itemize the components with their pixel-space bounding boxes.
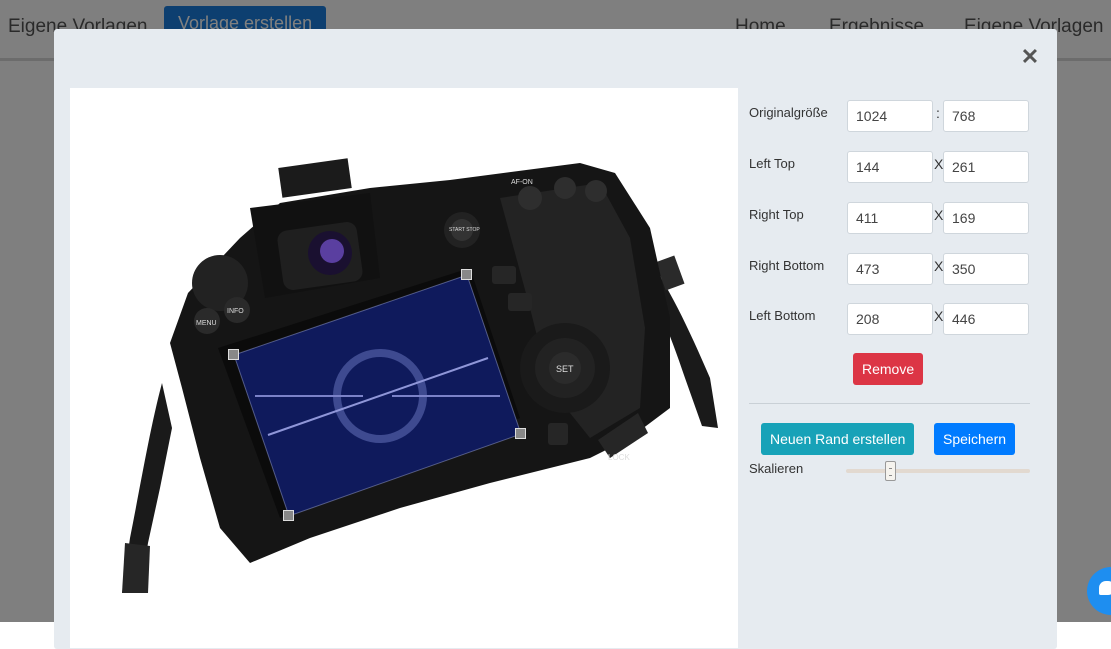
camera-label-info: INFO [227,308,244,315]
original-width-input[interactable] [847,100,933,132]
right-top-separator: X [934,207,944,223]
left-bottom-y-input[interactable] [943,303,1029,335]
left-bottom-x-input[interactable] [847,303,933,335]
right-top-x-input[interactable] [847,202,933,234]
corner-handle-left-top[interactable] [228,349,239,360]
close-icon[interactable]: ✕ [1018,45,1042,69]
left-bottom-separator: X [934,308,944,324]
corner-handle-left-bottom[interactable] [283,510,294,521]
left-top-separator: X [934,156,944,172]
scale-slider-thumb[interactable] [884,461,896,481]
camera-label-af-on: AF-ON [511,179,533,186]
left-top-label: Left Top [749,156,796,171]
corner-handle-right-top[interactable] [461,269,472,280]
original-height-input[interactable] [943,100,1029,132]
left-bottom-label: Left Bottom [749,308,816,323]
panel-divider [749,403,1030,404]
camera-label-lock: LOCK [608,453,630,462]
right-bottom-separator: X [934,258,944,274]
left-top-y-input[interactable] [943,151,1029,183]
chat-icon [1099,581,1111,595]
remove-button[interactable]: Remove [853,353,924,385]
scale-label: Skalieren [749,461,804,476]
left-top-x-input[interactable] [847,151,933,183]
right-bottom-x-input[interactable] [847,253,933,285]
camera-label-set: SET [556,364,574,374]
right-bottom-label: Right Bottom [749,258,825,273]
original-size-separator: : [936,105,940,121]
scale-slider-track[interactable] [846,469,1030,473]
camera-image: MENU INFO AF-ON START STOP SET LOCK [122,158,718,593]
right-top-y-input[interactable] [943,202,1029,234]
corner-handle-right-bottom[interactable] [515,428,526,439]
template-editor-modal: ✕ MENU INFO AF-ON START STOP SET LOCK Or… [54,29,1057,649]
original-size-label: Originalgröße [749,105,828,120]
camera-label-menu: MENU [196,320,217,327]
camera-label-start-stop: START STOP [449,227,480,233]
image-canvas[interactable]: MENU INFO AF-ON START STOP SET LOCK [70,88,738,648]
save-button[interactable]: Speichern [934,423,1016,455]
right-bottom-y-input[interactable] [943,253,1029,285]
new-border-button[interactable]: Neuen Rand erstellen [761,423,915,455]
right-top-label: Right Top [749,207,804,222]
